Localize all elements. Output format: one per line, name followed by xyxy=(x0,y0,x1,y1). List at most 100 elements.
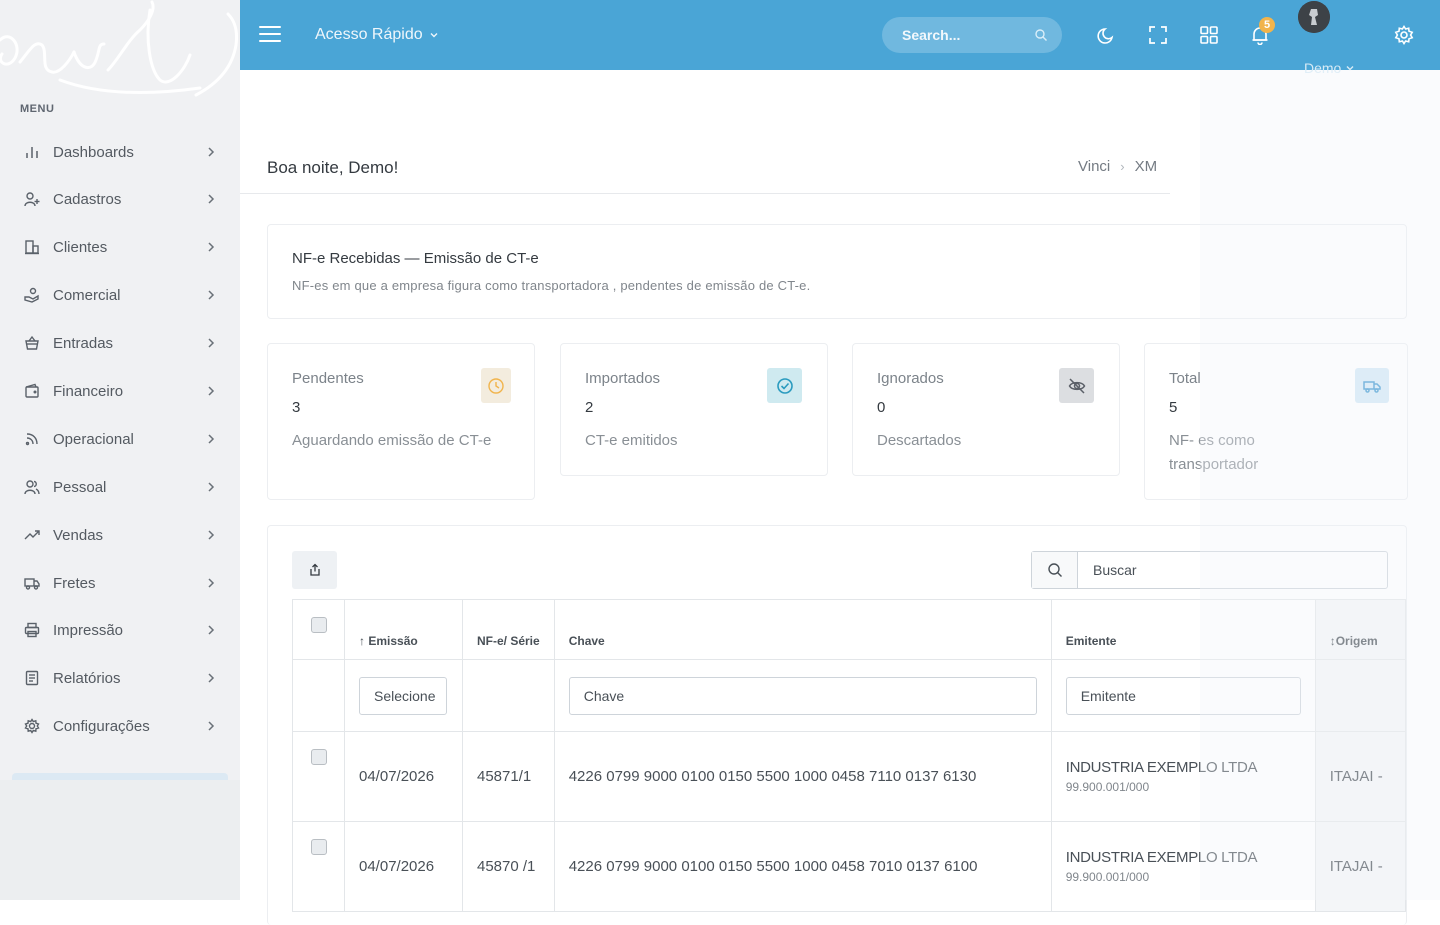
moon-icon xyxy=(1097,28,1114,44)
sidebar-item-cadastros[interactable]: Cadastros xyxy=(0,179,240,219)
logo[interactable] xyxy=(0,0,240,100)
sidebar-item-label: Financeiro xyxy=(53,382,124,400)
basket-icon xyxy=(23,335,40,352)
trending-up-icon xyxy=(23,527,40,544)
sort-asc-icon: ↑ xyxy=(359,633,369,648)
col-emitente[interactable]: Emitente xyxy=(1050,599,1316,660)
fullscreen-button[interactable] xyxy=(1148,25,1168,45)
sidebar-item-label: Fretes xyxy=(53,574,96,592)
sidebar-item-label: Clientes xyxy=(53,238,108,256)
col-emissao-label: Emissão xyxy=(368,633,418,648)
cell-emissao: 04/07/2026 xyxy=(344,731,463,822)
sidebar-item-relatorios[interactable]: Relatórios xyxy=(0,658,240,698)
chave-filter-input[interactable] xyxy=(568,676,1037,715)
stat-value: 2 xyxy=(585,399,594,416)
chevron-right-icon xyxy=(208,625,215,635)
sidebar-item-impressao[interactable]: Impressão xyxy=(0,610,240,650)
sidebar-item-comercial[interactable]: Comercial xyxy=(0,275,240,315)
intro-card: NF-e Recebidas — Emissão de CT-e NF-es e… xyxy=(267,224,1407,319)
user-menu[interactable]: Demo xyxy=(1304,60,1355,76)
row-checkbox[interactable] xyxy=(310,839,327,855)
stat-label: Ignorados xyxy=(877,370,944,387)
table-row[interactable]: 04/07/2026 45870 /1 4226 0799 9000 0100 … xyxy=(292,821,1406,912)
cell-origem: ITAJAI - xyxy=(1314,731,1406,822)
sidebar-item-clientes[interactable]: Clientes xyxy=(0,227,240,267)
settings-button[interactable] xyxy=(1394,25,1414,45)
notifications-badge: 5 xyxy=(1259,17,1275,33)
table-card: ↑ Emissão NF-e/ Série Chave Emitente ↕Or… xyxy=(267,525,1407,925)
col-chave[interactable]: Chave xyxy=(553,599,1052,660)
document-icon xyxy=(23,670,40,687)
col-nfe[interactable]: NF-e/ Série xyxy=(462,599,555,660)
select-all-checkbox[interactable] xyxy=(310,617,327,633)
chevron-right-icon xyxy=(208,434,215,444)
emitente-cnpj: 99.900.001/000 xyxy=(1065,870,1150,884)
rss-icon xyxy=(23,431,40,448)
chevron-right-icon xyxy=(208,721,215,731)
sidebar-item-label: Relatórios xyxy=(53,669,121,687)
row-checkbox[interactable] xyxy=(310,749,327,765)
avatar[interactable] xyxy=(1298,1,1330,33)
menu-toggle-icon[interactable] xyxy=(259,26,281,44)
bar-chart-icon xyxy=(23,144,40,161)
printer-icon xyxy=(23,622,40,639)
sidebar-item-entradas[interactable]: Entradas xyxy=(0,323,240,363)
sidebar-item-label: Pessoal xyxy=(53,478,107,496)
intro-title: NF-e Recebidas — Emissão de CT-e xyxy=(292,250,539,267)
page-title: Boa noite, Demo! xyxy=(267,158,399,177)
breadcrumb-item-vinci[interactable]: Vinci xyxy=(1078,158,1110,175)
apps-button[interactable] xyxy=(1199,25,1219,45)
sidebar-item-financeiro[interactable]: Financeiro xyxy=(0,371,240,411)
stat-description: Descartados xyxy=(877,432,962,449)
sidebar-item-dashboards[interactable]: Dashboards xyxy=(0,132,240,172)
col-emissao[interactable]: ↑ Emissão xyxy=(344,599,463,660)
table-search-input[interactable] xyxy=(1079,552,1379,588)
cell-chave: 4226 0799 9000 0100 0150 5500 1000 0458 … xyxy=(553,731,1052,822)
chevron-right-icon xyxy=(208,482,215,492)
quick-access-label: Acesso Rápido xyxy=(315,26,423,43)
filter-cell xyxy=(553,659,1052,732)
chevron-right-icon xyxy=(208,578,215,588)
sidebar-item-label: Dashboards xyxy=(53,143,134,161)
sidebar-item-pessoal[interactable]: Pessoal xyxy=(0,467,240,507)
divider xyxy=(240,193,1170,194)
wallet-icon xyxy=(23,383,40,400)
stat-value: 5 xyxy=(1169,399,1178,416)
col-origem[interactable]: ↕Origem xyxy=(1314,599,1406,660)
hand-coins-icon xyxy=(23,287,40,304)
gear-icon xyxy=(1394,25,1414,45)
breadcrumb: Vinci › XM xyxy=(1078,158,1157,175)
sidebar-item-configuracoes[interactable]: Configurações xyxy=(0,706,240,746)
sidebar-item-label: Comercial xyxy=(53,286,121,304)
stat-label: Importados xyxy=(585,370,661,387)
sidebar-item-label: Impressão xyxy=(53,621,124,639)
global-search-input[interactable] xyxy=(882,27,1027,43)
emitente-filter-input[interactable] xyxy=(1065,676,1301,715)
chevron-down-icon xyxy=(430,33,438,38)
stat-label: Pendentes xyxy=(292,370,364,387)
cell-origem: ITAJAI - xyxy=(1314,821,1406,912)
sidebar-item-label: Vendas xyxy=(53,526,104,544)
user-avatar-icon xyxy=(1298,1,1330,33)
search-icon[interactable] xyxy=(1034,28,1048,42)
export-icon xyxy=(309,563,320,576)
search-icon[interactable] xyxy=(1032,552,1078,588)
table-row[interactable]: 04/07/2026 45871/1 4226 0799 9000 0100 0… xyxy=(292,731,1406,822)
sidebar-item-operacional[interactable]: Operacional xyxy=(0,419,240,459)
sidebar-item-vendas[interactable]: Vendas xyxy=(0,515,240,555)
sidebar-item-fretes[interactable]: Fretes xyxy=(0,563,240,603)
quick-access-dropdown[interactable]: Acesso Rápido xyxy=(315,26,439,44)
fullscreen-icon xyxy=(1149,26,1167,44)
emissao-filter-select[interactable] xyxy=(359,676,447,715)
breadcrumb-item-current: XM xyxy=(1134,158,1158,175)
user-name: Demo xyxy=(1304,60,1342,76)
stat-card-pendentes: Pendentes 3 Aguardando emissão de CT-e xyxy=(267,343,535,500)
stat-description: NF- es como transportador xyxy=(1169,432,1259,473)
cog-icon xyxy=(23,718,40,735)
export-button[interactable] xyxy=(292,551,337,589)
col-origem-label: Origem xyxy=(1335,633,1378,648)
col-chave-label: Chave xyxy=(568,633,605,648)
emitente-cnpj: 99.900.001/000 xyxy=(1065,780,1150,794)
stat-description: Aguardando emissão de CT-e xyxy=(292,432,492,449)
dark-mode-toggle[interactable] xyxy=(1097,25,1117,45)
